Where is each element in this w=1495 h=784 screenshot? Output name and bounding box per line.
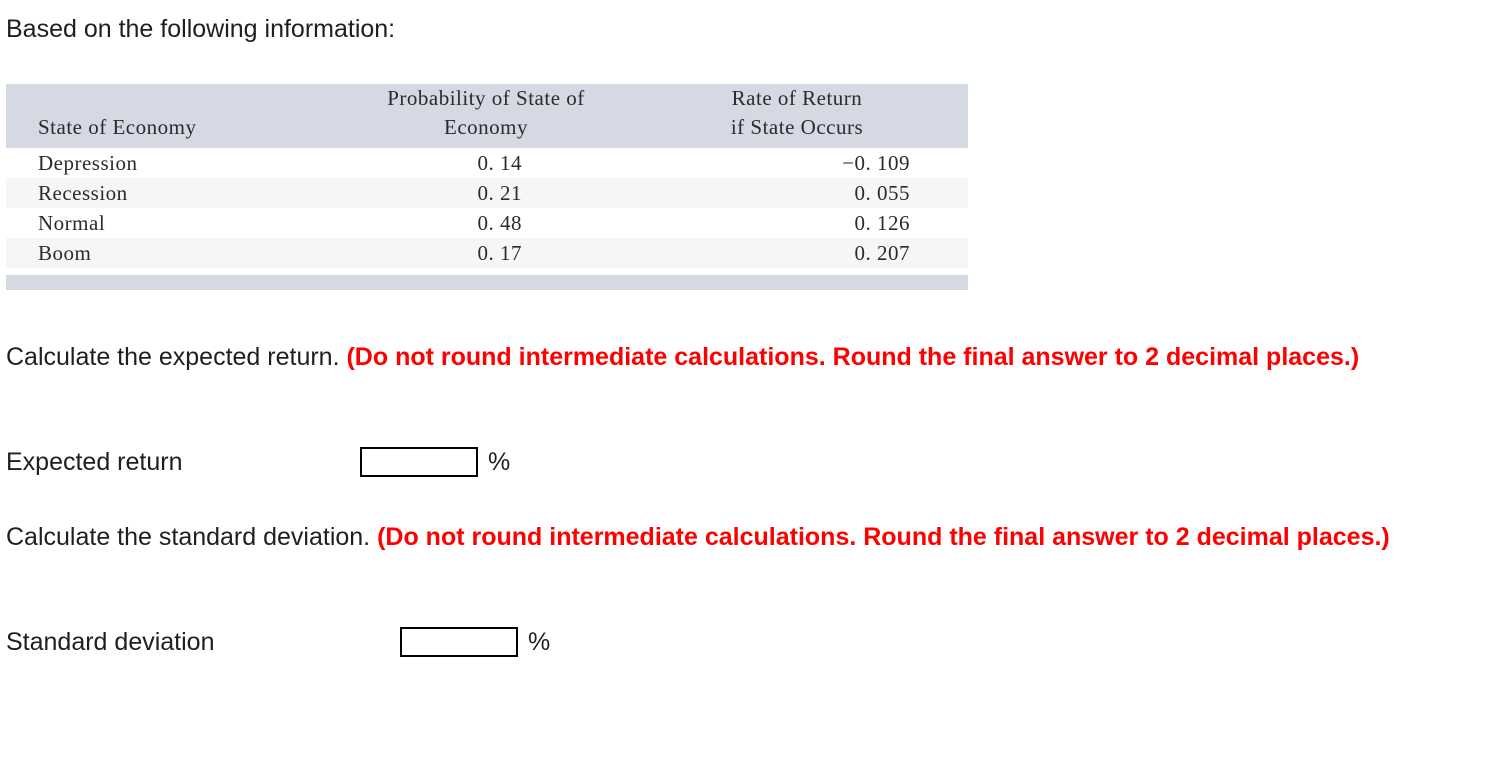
percent-symbol-standard-deviation: % <box>528 628 551 656</box>
answer-row-standard-deviation: Standard deviation % <box>6 625 550 659</box>
cell-probability: 0. 48 <box>346 208 626 238</box>
column-header-rate-line1: Rate of Return <box>731 86 863 110</box>
column-header-probability-line2: Economy <box>444 115 528 139</box>
question-standard-deviation-prompt: Calculate the standard deviation. <box>6 523 378 551</box>
table-row: Boom 0. 17 0. 207 <box>6 238 968 268</box>
table-body: Depression 0. 14 −0. 109 Recession 0. 21… <box>6 148 968 268</box>
cell-rate-of-return: −0. 109 <box>626 148 968 178</box>
problem-page: Based on the following information: Stat… <box>0 0 1495 784</box>
cell-state: Depression <box>6 148 346 178</box>
table-row: Recession 0. 21 0. 055 <box>6 178 968 208</box>
column-header-state-line1: State of Economy <box>38 115 197 139</box>
column-header-state-of-economy: State of Economy <box>6 84 346 148</box>
table-footer-bar <box>6 275 968 290</box>
answer-label-standard-deviation: Standard deviation <box>6 628 215 656</box>
information-table-container: State of Economy Probability of State of… <box>6 84 968 268</box>
column-header-rate-line2: if State Occurs <box>730 115 864 139</box>
cell-rate-of-return: 0. 055 <box>626 178 968 208</box>
column-header-probability: Probability of State of Economy <box>346 84 626 148</box>
cell-probability: 0. 17 <box>346 238 626 268</box>
question-expected-return-emphasis: (Do not round intermediate calculations.… <box>346 343 1360 371</box>
cell-rate-of-return: 0. 126 <box>626 208 968 238</box>
question-standard-deviation: Calculate the standard deviation. (Do no… <box>6 518 1486 556</box>
cell-state: Boom <box>6 238 346 268</box>
cell-state: Normal <box>6 208 346 238</box>
cell-rate-of-return: 0. 207 <box>626 238 968 268</box>
expected-return-input[interactable] <box>360 447 478 477</box>
information-table: State of Economy Probability of State of… <box>6 84 968 268</box>
question-expected-return: Calculate the expected return. (Do not r… <box>6 338 1466 376</box>
answer-row-expected-return: Expected return % <box>6 445 510 479</box>
answer-label-expected-return: Expected return <box>6 448 183 476</box>
cell-state: Recession <box>6 178 346 208</box>
column-header-rate-of-return: Rate of Return if State Occurs <box>626 84 968 148</box>
table-header-row: State of Economy Probability of State of… <box>6 84 968 148</box>
question-standard-deviation-emphasis: (Do not round intermediate calculations.… <box>377 523 1390 551</box>
standard-deviation-input[interactable] <box>400 627 518 657</box>
column-header-probability-line1: Probability of State of <box>387 86 585 110</box>
question-expected-return-prompt: Calculate the expected return. <box>6 343 347 371</box>
percent-symbol-expected-return: % <box>488 448 511 476</box>
intro-text: Based on the following information: <box>6 15 396 43</box>
table-row: Depression 0. 14 −0. 109 <box>6 148 968 178</box>
cell-probability: 0. 21 <box>346 178 626 208</box>
table-row: Normal 0. 48 0. 126 <box>6 208 968 238</box>
table-header: State of Economy Probability of State of… <box>6 84 968 148</box>
cell-probability: 0. 14 <box>346 148 626 178</box>
